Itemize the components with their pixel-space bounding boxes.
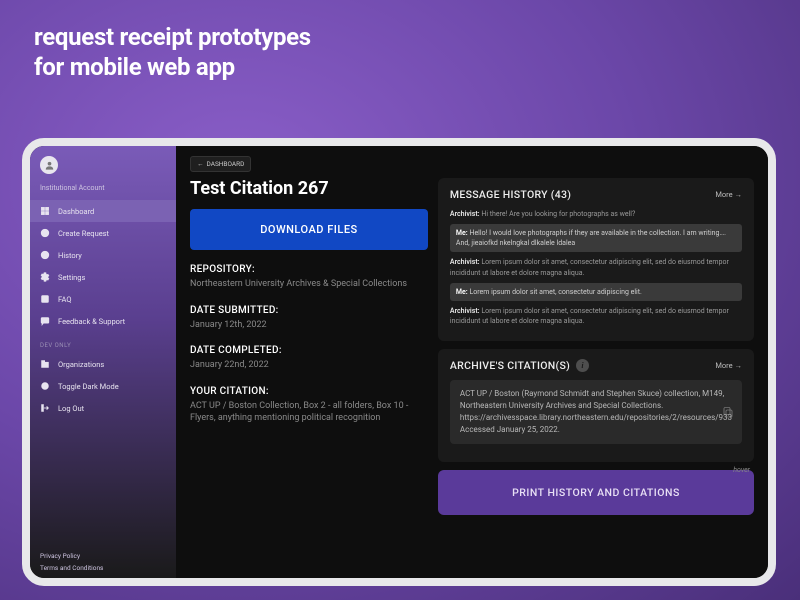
message-history-panel: MESSAGE HISTORY (43) More → Archivist: H… [438, 178, 754, 341]
message-item: Archivist: Lorem ipsum dolor sit amet, c… [450, 306, 742, 326]
citations-more-link[interactable]: More → [715, 361, 742, 370]
sidebar-item-label: Create Request [58, 229, 109, 238]
date-submitted-label: DATE SUBMITTED: [190, 305, 428, 316]
sidebar-item-label: History [58, 251, 82, 260]
message-item: Me: Hello! I would love photographs if t… [450, 224, 742, 252]
main-content: ← DASHBOARD Test Citation 267 DOWNLOAD F… [176, 146, 768, 578]
copy-icon[interactable] [722, 405, 734, 419]
history-icon [40, 250, 50, 260]
sidebar-item-faq[interactable]: FAQ [30, 288, 176, 310]
repository-label: REPOSITORY: [190, 264, 428, 275]
message-history-title: MESSAGE HISTORY (43) [450, 188, 571, 201]
date-completed-label: DATE COMPLETED: [190, 345, 428, 356]
citation-title: Test Citation 267 [190, 178, 428, 199]
sidebar-item-label: Dashboard [58, 207, 94, 216]
sidebar-item-feedback[interactable]: Feedback & Support [30, 310, 176, 332]
download-files-button[interactable]: DOWNLOAD FILES [190, 209, 428, 250]
arrow-left-icon: ← [197, 160, 204, 168]
messages-list: Archivist: Hi there! Are you looking for… [450, 209, 742, 331]
message-item: Me: Lorem ipsum dolor sit amet, consecte… [450, 283, 742, 301]
sidebar-item-history[interactable]: History [30, 244, 176, 266]
sidebar-item-create-request[interactable]: Create Request [30, 222, 176, 244]
sidebar-item-toggle-dark[interactable]: Toggle Dark Mode [30, 375, 176, 397]
sidebar-item-logout[interactable]: Log Out [30, 397, 176, 419]
archive-citation-text: ACT UP / Boston (Raymond Schmidt and Ste… [450, 380, 742, 444]
sidebar-item-label: Log Out [58, 404, 84, 413]
hover-label: hover [733, 466, 750, 474]
message-item: Archivist: Hi there! Are you looking for… [450, 209, 742, 219]
sidebar-item-label: FAQ [58, 295, 72, 304]
chat-icon [40, 316, 50, 326]
repository-value: Northeastern University Archives & Speci… [190, 278, 428, 291]
privacy-link[interactable]: Privacy Policy [40, 552, 103, 560]
dark-mode-icon [40, 381, 50, 391]
messages-more-link[interactable]: More → [715, 190, 742, 199]
back-to-dashboard-button[interactable]: ← DASHBOARD [190, 156, 251, 172]
terms-link[interactable]: Terms and Conditions [40, 564, 103, 572]
main-nav: Dashboard Create Request History Setting… [30, 200, 176, 332]
info-icon[interactable]: i [576, 359, 589, 372]
message-item: Archivist: Lorem ipsum dolor sit amet, c… [450, 257, 742, 277]
citation-details: Test Citation 267 DOWNLOAD FILES REPOSIT… [190, 178, 428, 566]
your-citation-value: ACT UP / Boston Collection, Box 2 - all … [190, 400, 428, 425]
plus-circle-icon [40, 228, 50, 238]
logout-icon [40, 403, 50, 413]
archive-citations-panel: ARCHIVE'S CITATION(S) i More → ACT UP / … [438, 349, 754, 462]
sidebar-item-label: Organizations [58, 360, 104, 369]
tablet-frame: Institutional Account Dashboard Create R… [22, 138, 776, 586]
organizations-icon [40, 359, 50, 369]
dev-section-label: DEV ONLY [30, 332, 176, 353]
dashboard-icon [40, 206, 50, 216]
sidebar-item-dashboard[interactable]: Dashboard [30, 200, 176, 222]
date-submitted-value: January 12th, 2022 [190, 319, 428, 332]
date-completed-value: January 22nd, 2022 [190, 359, 428, 372]
avatar[interactable] [40, 156, 58, 174]
sidebar-item-label: Toggle Dark Mode [58, 382, 119, 391]
sidebar-item-settings[interactable]: Settings [30, 266, 176, 288]
faq-icon [40, 294, 50, 304]
sidebar: Institutional Account Dashboard Create R… [30, 146, 176, 578]
your-citation-label: YOUR CITATION: [190, 386, 428, 397]
page-heading: request receipt prototypes for mobile we… [34, 22, 311, 82]
sidebar-item-label: Feedback & Support [58, 317, 125, 326]
archive-citations-title: ARCHIVE'S CITATION(S) i [450, 359, 589, 372]
account-type-label: Institutional Account [30, 180, 176, 200]
sidebar-item-organizations[interactable]: Organizations [30, 353, 176, 375]
sidebar-item-label: Settings [58, 273, 85, 282]
gear-icon [40, 272, 50, 282]
dev-nav: Organizations Toggle Dark Mode Log Out [30, 353, 176, 419]
sidebar-footer: Privacy Policy Terms and Conditions [40, 552, 103, 572]
back-button-label: DASHBOARD [207, 160, 245, 168]
print-history-button[interactable]: PRINT HISTORY AND CITATIONS [438, 470, 754, 515]
